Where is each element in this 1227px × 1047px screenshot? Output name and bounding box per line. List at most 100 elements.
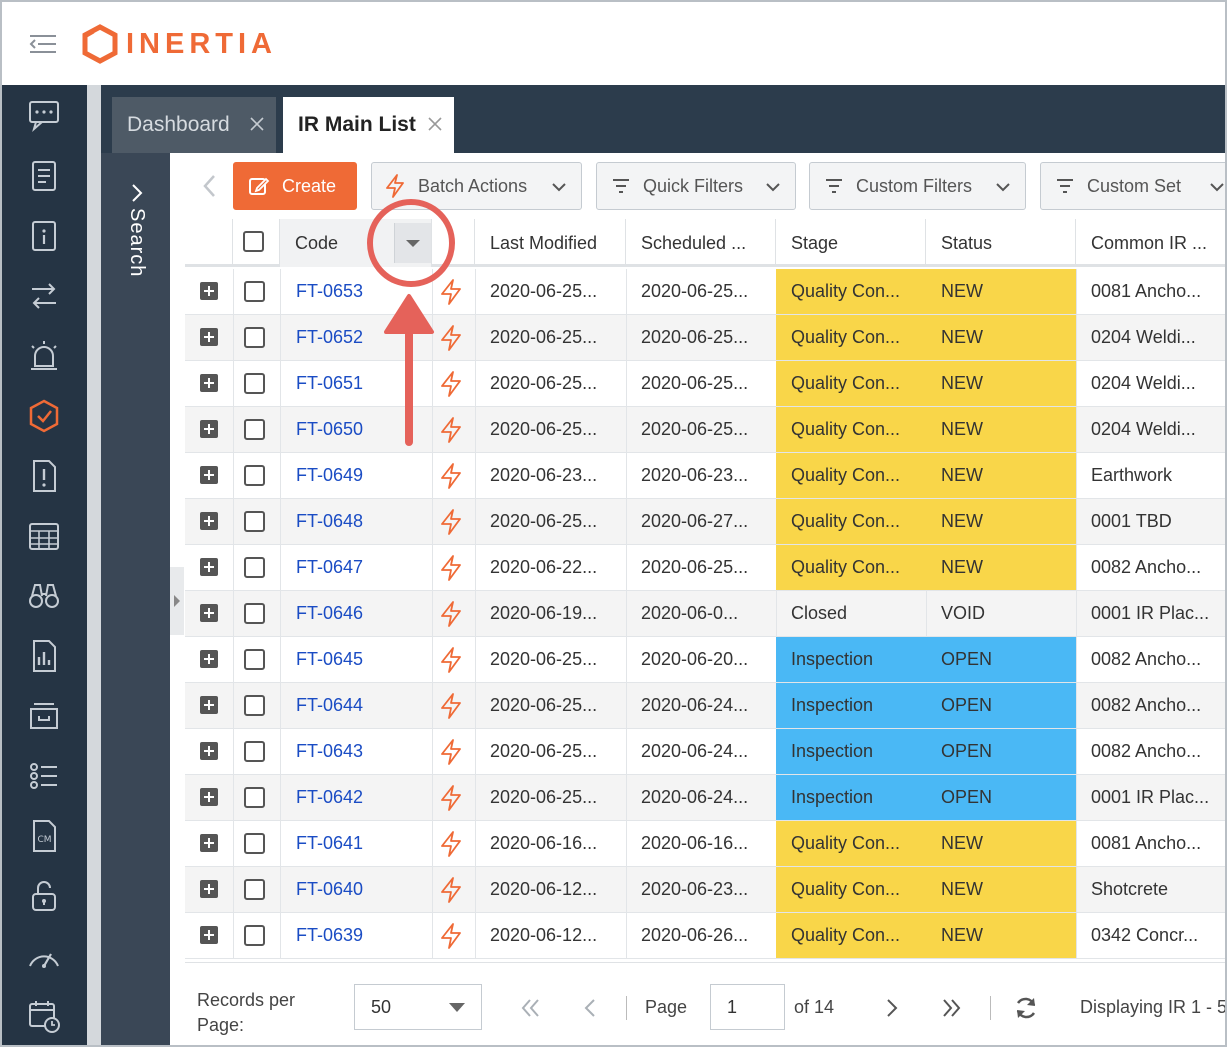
lightning-icon[interactable]	[439, 693, 463, 719]
row-code-link[interactable]: FT-0639	[281, 913, 432, 958]
expand-row-icon[interactable]	[200, 466, 218, 484]
row-code-link[interactable]: FT-0642	[281, 775, 432, 820]
row-code-link[interactable]: FT-0650	[281, 407, 432, 452]
close-icon[interactable]	[426, 115, 444, 133]
header-status[interactable]: Status	[926, 219, 1076, 267]
tab-dashboard[interactable]: Dashboard	[112, 97, 276, 153]
custom-filters-button[interactable]: Custom Filters	[809, 162, 1026, 210]
search-panel-label[interactable]: Search	[125, 208, 148, 277]
header-last-modified[interactable]: Last Modified	[475, 219, 626, 267]
header-scheduled[interactable]: Scheduled ...	[626, 219, 776, 267]
archive-box-icon[interactable]	[24, 696, 64, 736]
lightning-icon[interactable]	[439, 601, 463, 627]
table-row[interactable]: FT-0643 2020-06-25... 2020-06-24... Inspect…	[185, 729, 1225, 775]
row-code-link[interactable]: FT-0653	[281, 269, 432, 314]
row-checkbox[interactable]	[244, 879, 265, 900]
row-checkbox[interactable]	[244, 511, 265, 532]
clipboard-list-icon[interactable]	[24, 156, 64, 196]
chat-icon[interactable]	[24, 96, 64, 136]
lock-icon[interactable]	[24, 876, 64, 916]
cm-document-icon[interactable]: CM	[24, 816, 64, 856]
row-code-link[interactable]: FT-0646	[281, 591, 432, 636]
row-checkbox[interactable]	[244, 465, 265, 486]
row-checkbox[interactable]	[244, 649, 265, 670]
next-page-icon[interactable]	[878, 994, 906, 1022]
table-row[interactable]: FT-0640 2020-06-12... 2020-06-23... Quality…	[185, 867, 1225, 913]
table-row[interactable]: FT-0653 2020-06-25... 2020-06-25... Quality…	[185, 269, 1225, 315]
refresh-icon[interactable]	[1012, 994, 1040, 1022]
lightning-icon[interactable]	[439, 877, 463, 903]
table-row[interactable]: FT-0647 2020-06-22... 2020-06-25... Quality…	[185, 545, 1225, 591]
lightning-icon[interactable]	[439, 371, 463, 397]
table-row[interactable]: FT-0639 2020-06-12... 2020-06-26... Quality…	[185, 913, 1225, 959]
row-checkbox[interactable]	[244, 833, 265, 854]
table-row[interactable]: FT-0652 2020-06-25... 2020-06-25... Quality…	[185, 315, 1225, 361]
list-icon[interactable]	[24, 756, 64, 796]
row-checkbox[interactable]	[244, 741, 265, 762]
table-row[interactable]: FT-0651 2020-06-25... 2020-06-25... Quality…	[185, 361, 1225, 407]
header-stage[interactable]: Stage	[776, 219, 926, 267]
expand-row-icon[interactable]	[200, 926, 218, 944]
row-checkbox[interactable]	[244, 695, 265, 716]
table-row[interactable]: FT-0645 2020-06-25... 2020-06-20... Inspect…	[185, 637, 1225, 683]
records-per-page-select[interactable]: 50	[354, 984, 482, 1030]
expand-row-icon[interactable]	[200, 742, 218, 760]
tab-ir-main-list[interactable]: IR Main List	[283, 97, 454, 153]
table-row[interactable]: FT-0641 2020-06-16... 2020-06-16... Quality…	[185, 821, 1225, 867]
calendar-grid-icon[interactable]	[24, 516, 64, 556]
row-checkbox[interactable]	[244, 419, 265, 440]
custom-set-button[interactable]: Custom Set	[1040, 162, 1225, 210]
clipboard-info-icon[interactable]	[24, 216, 64, 256]
expand-row-icon[interactable]	[200, 282, 218, 300]
lightning-icon[interactable]	[439, 463, 463, 489]
header-common-ir[interactable]: Common IR ...	[1076, 219, 1225, 267]
quality-check-icon[interactable]	[24, 396, 64, 436]
expand-row-icon[interactable]	[200, 834, 218, 852]
panel-expand-handle[interactable]	[170, 567, 184, 635]
menu-collapse-icon[interactable]	[28, 34, 58, 54]
lightning-icon[interactable]	[439, 831, 463, 857]
chevron-right-icon[interactable]	[126, 182, 148, 204]
expand-row-icon[interactable]	[200, 374, 218, 392]
row-checkbox[interactable]	[244, 327, 265, 348]
lightning-icon[interactable]	[439, 785, 463, 811]
calendar-clock-icon[interactable]	[24, 996, 64, 1036]
lightning-icon[interactable]	[439, 739, 463, 765]
row-code-link[interactable]: FT-0643	[281, 729, 432, 774]
lightning-icon[interactable]	[439, 555, 463, 581]
expand-row-icon[interactable]	[200, 512, 218, 530]
create-button[interactable]: Create	[233, 162, 357, 210]
row-code-link[interactable]: FT-0647	[281, 545, 432, 590]
table-row[interactable]: FT-0646 2020-06-19... 2020-06-0... Closed VO…	[185, 591, 1225, 637]
alarm-light-icon[interactable]	[24, 336, 64, 376]
lightning-icon[interactable]	[439, 647, 463, 673]
table-row[interactable]: FT-0642 2020-06-25... 2020-06-24... Inspect…	[185, 775, 1225, 821]
row-checkbox[interactable]	[244, 787, 265, 808]
row-checkbox[interactable]	[244, 603, 265, 624]
row-code-link[interactable]: FT-0645	[281, 637, 432, 682]
lightning-icon[interactable]	[439, 509, 463, 535]
column-menu-button[interactable]	[394, 223, 431, 263]
row-checkbox[interactable]	[244, 373, 265, 394]
report-chart-icon[interactable]	[24, 636, 64, 676]
select-all-checkbox[interactable]	[243, 231, 264, 252]
expand-row-icon[interactable]	[200, 696, 218, 714]
first-page-icon[interactable]	[516, 994, 544, 1022]
row-code-link[interactable]: FT-0652	[281, 315, 432, 360]
expand-row-icon[interactable]	[200, 650, 218, 668]
lightning-icon[interactable]	[439, 417, 463, 443]
row-checkbox[interactable]	[244, 281, 265, 302]
expand-row-icon[interactable]	[200, 788, 218, 806]
document-alert-icon[interactable]	[24, 456, 64, 496]
table-row[interactable]: FT-0650 2020-06-25... 2020-06-25... Quality…	[185, 407, 1225, 453]
expand-row-icon[interactable]	[200, 880, 218, 898]
binoculars-icon[interactable]	[24, 576, 64, 616]
row-code-link[interactable]: FT-0644	[281, 683, 432, 728]
page-number-input[interactable]	[710, 984, 785, 1030]
last-page-icon[interactable]	[938, 994, 966, 1022]
row-code-link[interactable]: FT-0651	[281, 361, 432, 406]
row-code-link[interactable]: FT-0641	[281, 821, 432, 866]
inertia-logo[interactable]: INERTIA	[82, 22, 277, 66]
prev-page-icon[interactable]	[576, 994, 604, 1022]
batch-actions-button[interactable]: Batch Actions	[371, 162, 582, 210]
